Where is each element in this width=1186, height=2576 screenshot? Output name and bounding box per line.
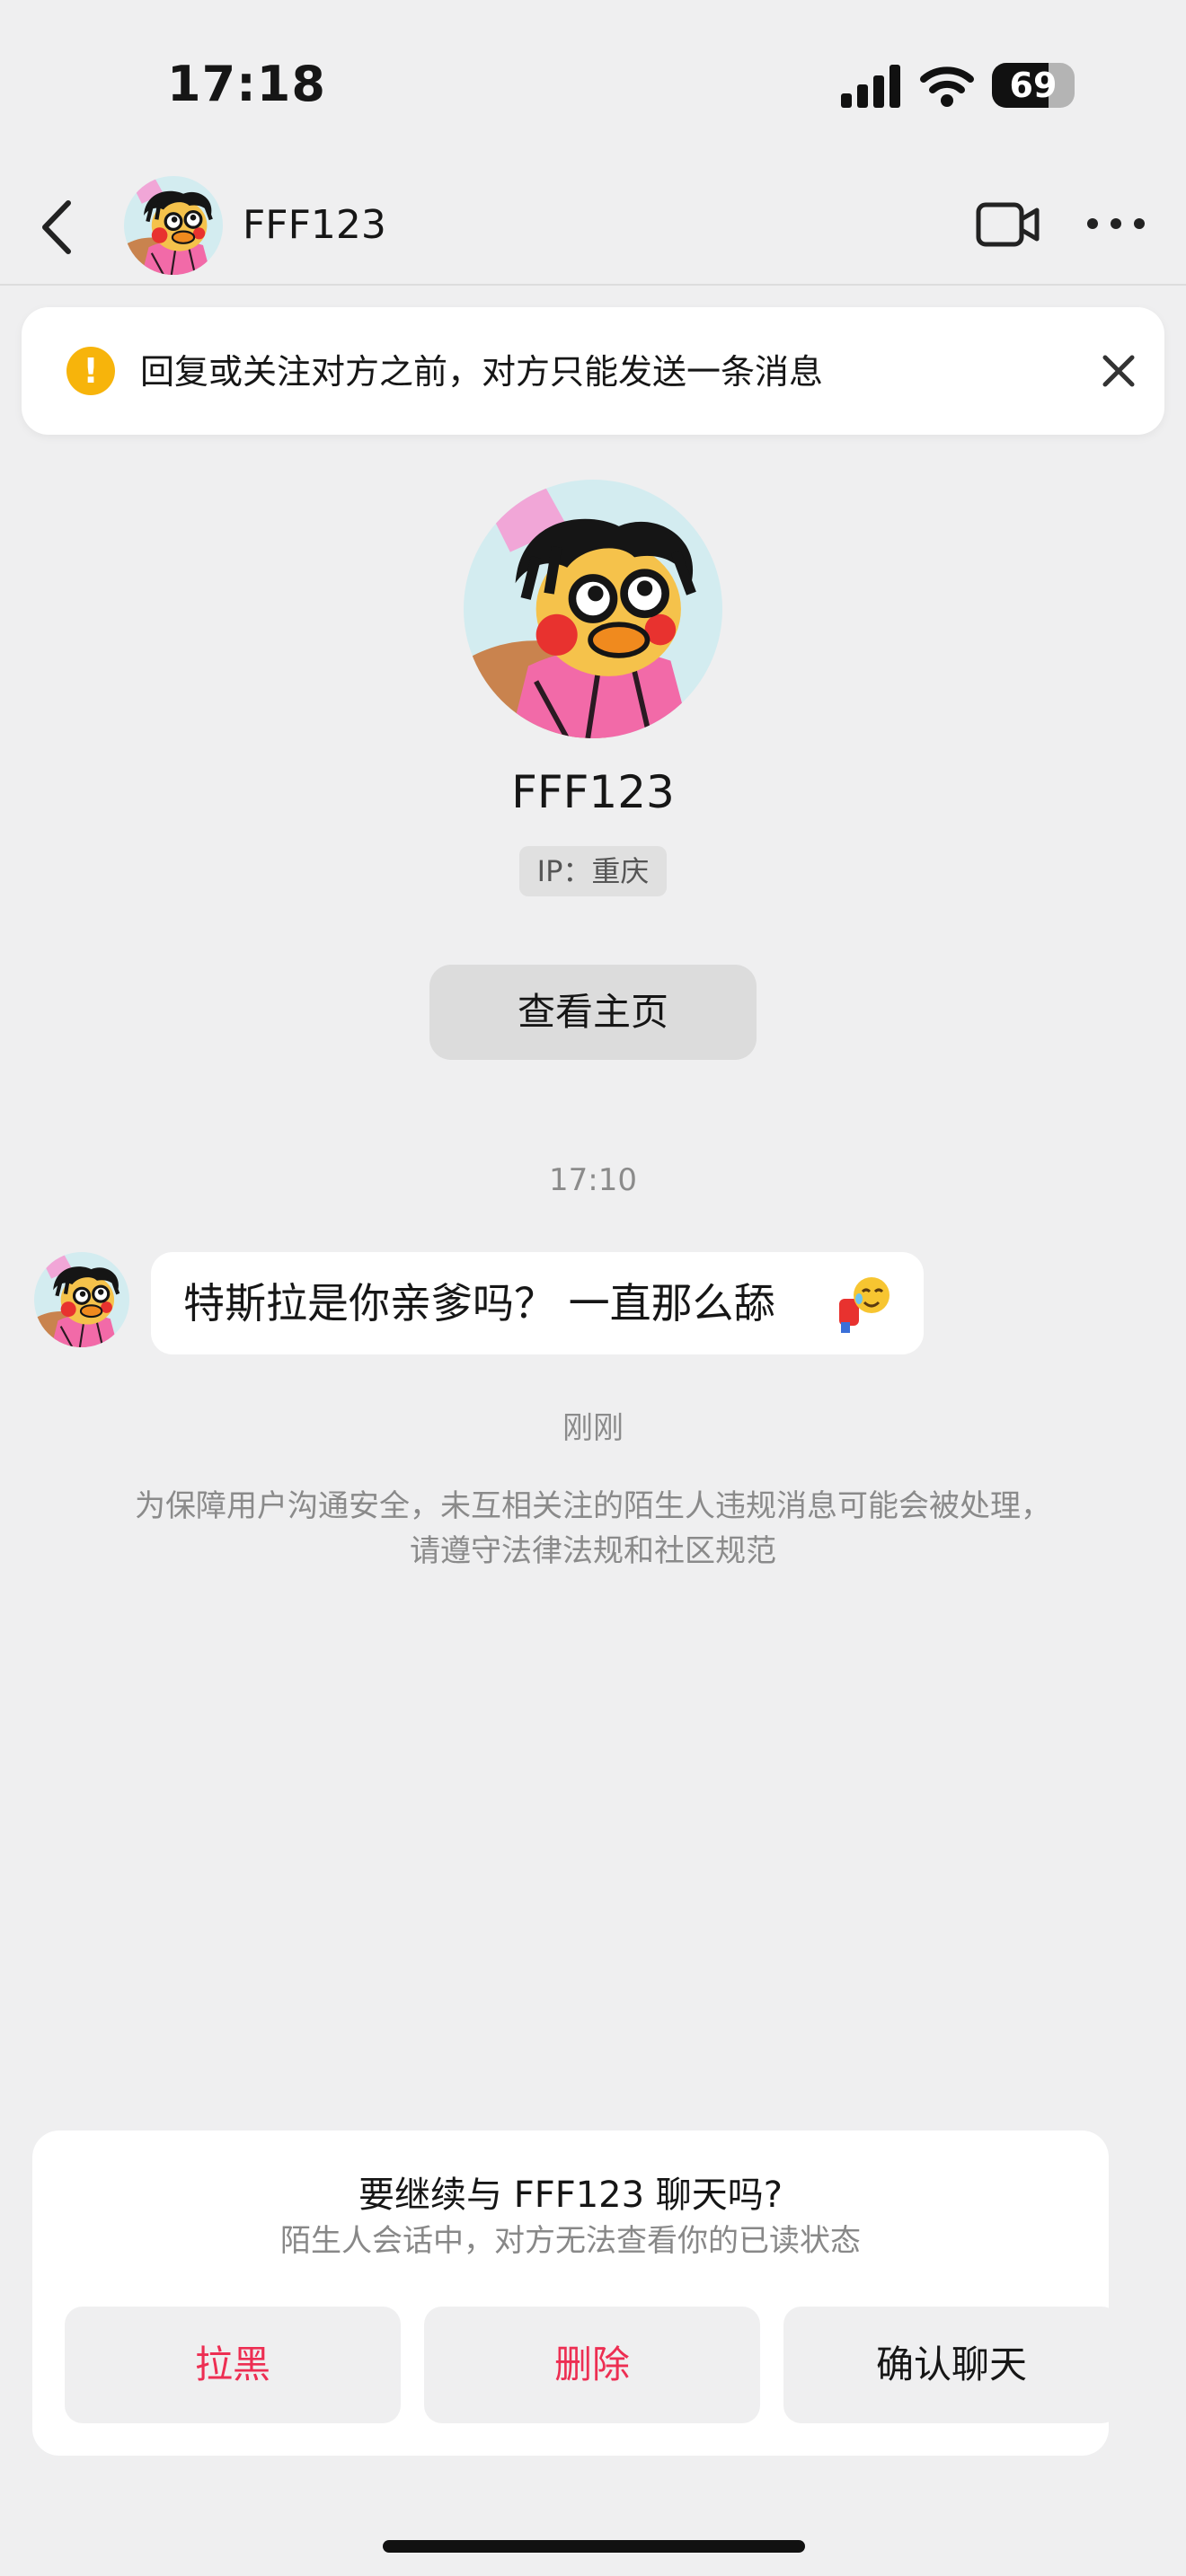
view-home-button[interactable]: 查看主页: [429, 965, 757, 1060]
stranger-message-notice: ! 回复或关注对方之前，对方只能发送一条消息: [22, 307, 1164, 435]
close-icon[interactable]: [1098, 350, 1139, 392]
home-indicator[interactable]: [383, 2540, 805, 2553]
ip-label: IP：重庆: [536, 854, 650, 888]
profile-avatar[interactable]: [464, 480, 722, 738]
more-icon[interactable]: [1085, 212, 1146, 235]
profile-name: FFF123: [511, 766, 675, 818]
ip-location-badge: IP：重庆: [519, 846, 667, 896]
message-text: 特斯拉是你亲爹吗？ 一直那么舔: [183, 1279, 775, 1328]
header-divider: [0, 284, 1186, 286]
view-home-label: 查看主页: [517, 990, 668, 1034]
message-timestamp: 17:10: [549, 1162, 637, 1198]
signal-icon: [841, 65, 900, 108]
emoji-icon: [839, 1277, 890, 1333]
continue-chat-subtitle: 陌生人会话中，对方无法查看你的已读状态: [280, 2223, 861, 2259]
contact-avatar[interactable]: [124, 176, 223, 275]
back-icon[interactable]: [34, 196, 79, 259]
video-call-icon[interactable]: [976, 199, 1040, 250]
delete-button[interactable]: 删除: [424, 2307, 760, 2423]
battery-level: 69: [1009, 66, 1058, 105]
status-time: 17:18: [167, 56, 326, 112]
block-button[interactable]: 拉黑: [65, 2307, 401, 2423]
message-timestamp-recent: 刚刚: [562, 1410, 624, 1446]
notice-text: 回复或关注对方之前，对方只能发送一条消息: [140, 352, 824, 392]
confirm-chat-button[interactable]: 确认聊天: [783, 2307, 1120, 2423]
contact-name[interactable]: FFF123: [243, 199, 386, 251]
block-label: 拉黑: [194, 2342, 270, 2386]
continue-chat-title: 要继续与 FFF123 聊天吗?: [358, 2175, 783, 2216]
wifi-icon: [920, 66, 974, 107]
confirm-chat-label: 确认聊天: [875, 2342, 1027, 2386]
battery-icon: 69: [992, 63, 1075, 108]
warning-icon: !: [66, 347, 115, 395]
sender-avatar[interactable]: [34, 1252, 129, 1347]
policy-notice: 为保障用户沟通安全，未互相关注的陌生人违规消息可能会被处理，请遵守法律法规和社区…: [135, 1488, 1051, 1569]
message-bubble[interactable]: 特斯拉是你亲爹吗？ 一直那么舔: [151, 1252, 924, 1354]
delete-label: 删除: [553, 2342, 630, 2386]
